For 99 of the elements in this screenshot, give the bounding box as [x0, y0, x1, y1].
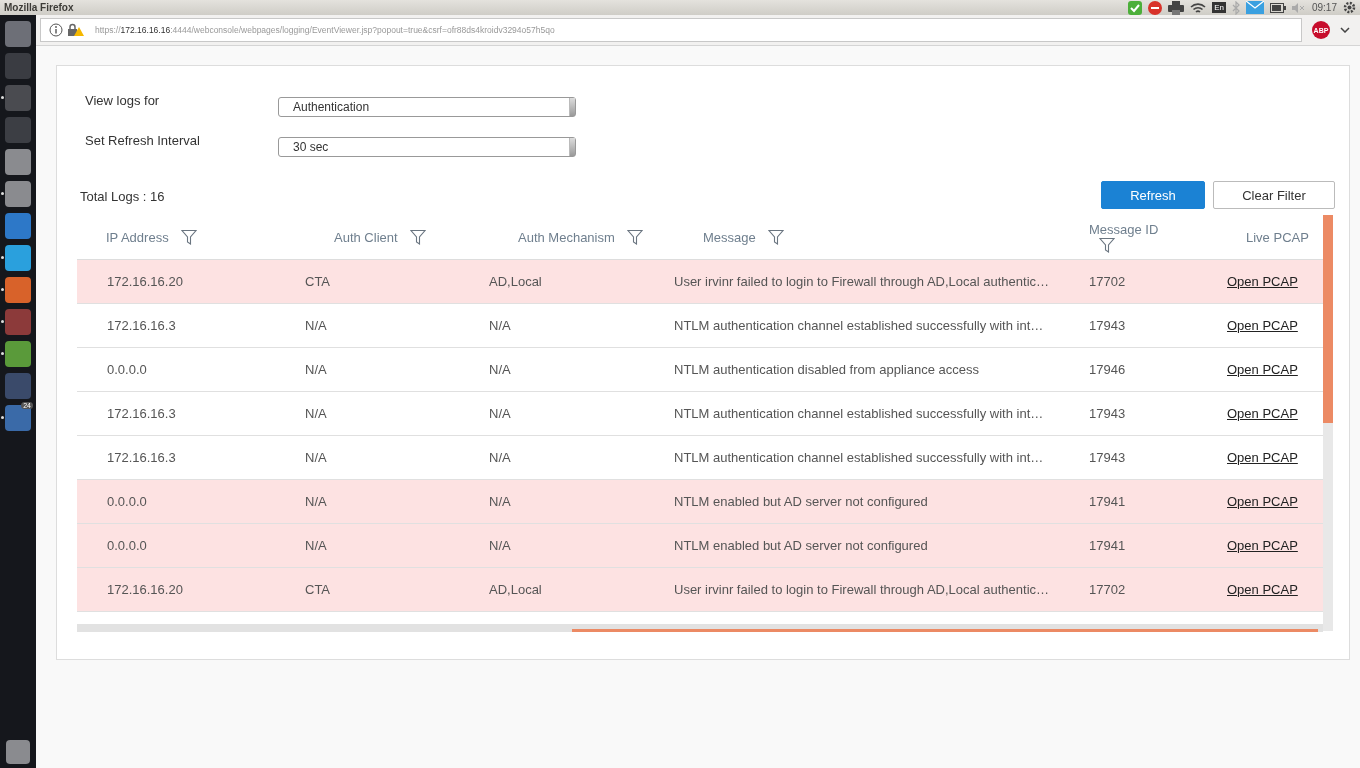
- table-cell: CTA: [305, 582, 331, 597]
- running-indicator-dot: [1, 288, 4, 291]
- envelope-icon[interactable]: [1245, 1, 1264, 14]
- column-header: Auth Mechanism: [518, 229, 615, 245]
- table-cell: NTLM authentication channel established successfully with int…: [674, 450, 1044, 465]
- table-cell: AD,Local: [489, 274, 542, 289]
- table-cell: 172.16.16.3: [107, 406, 176, 421]
- running-indicator-dot: [1, 192, 4, 195]
- table-cell: N/A: [489, 538, 511, 553]
- total-logs-count: Total Logs : 16: [80, 189, 165, 204]
- table-cell: 0.0.0.0: [107, 538, 147, 553]
- table-row[interactable]: 0.0.0.0 N/A N/A NTLM authentication disabled from appliance access 17946 Open PCAP: [77, 348, 1323, 392]
- clock[interactable]: 09:17: [1311, 2, 1337, 13]
- column-header: Auth Client: [334, 229, 398, 245]
- filter-label: View logs for: [85, 93, 161, 108]
- table-cell: User irvinr failed to login to Firewall through AD,Local authentic…: [674, 274, 1049, 289]
- table-row[interactable]: 172.16.16.20 CTA AD,Local User irvinr failed to login to Firewall through AD,Local authentic… 17702 Open PCAP: [77, 568, 1323, 612]
- table-cell: N/A: [489, 406, 511, 421]
- running-indicator-dot: [1, 352, 4, 355]
- column-header: Message ID: [1089, 221, 1159, 237]
- table-cell: NTLM enabled but AD server not configured: [674, 538, 928, 553]
- table-row[interactable]: 172.16.16.20 CTA AD,Local User irvinr failed to login to Firewall through AD,Local authentic… 17702 Open PCAP: [77, 260, 1323, 304]
- table-cell: 17702: [1089, 582, 1126, 597]
- table-cell: N/A: [305, 406, 327, 421]
- url-text: https://172.16.16.16:4444/webconsole/webpages/logging/EventViewer.jsp?popout=true&csrf=ofr88ds4kroidv3294o57h5qo: [95, 25, 555, 35]
- filter-icon[interactable]: [626, 229, 643, 245]
- table-cell: User irvinr failed to login to Firewall through AD,Local authentic…: [674, 582, 1049, 597]
- open-pcap-link[interactable]: Open PCAP: [1227, 450, 1298, 465]
- running-indicator-dot: [1, 416, 4, 419]
- dropdown[interactable]: 30 sec: [278, 137, 576, 157]
- column-header: Live PCAP: [1246, 229, 1309, 245]
- table-cell: N/A: [489, 494, 511, 509]
- table-cell: 17943: [1089, 318, 1126, 333]
- table-cell: 17941: [1089, 494, 1126, 509]
- column-header: Message: [703, 229, 756, 245]
- table-row[interactable]: 0.0.0.0 N/A N/A NTLM enabled but AD server not configured 17941 Open PCAP: [77, 480, 1323, 524]
- clear-filter-button[interactable]: Clear Filter: [1213, 181, 1335, 209]
- dropdown[interactable]: Authentication: [278, 97, 576, 117]
- table-cell: 172.16.16.20: [107, 274, 183, 289]
- column-header: IP Address: [106, 229, 169, 245]
- table-row[interactable]: 0.0.0.0 N/A N/A NTLM enabled but AD server not configured 17941 Open PCAP: [77, 524, 1323, 568]
- bluetooth-icon[interactable]: [1231, 0, 1240, 15]
- table-cell: CTA: [305, 274, 331, 289]
- running-indicator-dot: [1, 96, 4, 99]
- table-cell: 17946: [1089, 362, 1126, 377]
- filter-icon[interactable]: [409, 229, 426, 245]
- table-cell: 17702: [1089, 274, 1126, 289]
- table-cell: 17943: [1089, 450, 1126, 465]
- printer-icon[interactable]: [1168, 0, 1185, 15]
- table-cell: 0.0.0.0: [107, 362, 147, 377]
- table-cell: N/A: [305, 538, 327, 553]
- no-entry-icon[interactable]: [1148, 0, 1163, 15]
- filter-icon[interactable]: [767, 229, 784, 245]
- table-cell: N/A: [489, 362, 511, 377]
- table-cell: 172.16.16.20: [107, 582, 183, 597]
- table-cell: N/A: [305, 494, 327, 509]
- filter-icon[interactable]: [180, 229, 197, 245]
- battery-icon[interactable]: [1269, 2, 1286, 13]
- table-cell: N/A: [489, 318, 511, 333]
- running-indicator-dot: [1, 256, 4, 259]
- info-icon[interactable]: [49, 23, 63, 37]
- table-cell: N/A: [305, 318, 327, 333]
- table-cell: NTLM authentication channel established successfully with int…: [674, 406, 1044, 421]
- open-pcap-link[interactable]: Open PCAP: [1227, 582, 1298, 597]
- table-cell: N/A: [489, 450, 511, 465]
- address-bar[interactable]: https://172.16.16.16:4444/webconsole/webpages/logging/EventViewer.jsp?popout=true&csrf=ofr88ds4kroidv3294o57h5qo: [40, 18, 1302, 42]
- refresh-button[interactable]: Refresh: [1101, 181, 1205, 209]
- table-cell: NTLM authentication channel established successfully with int…: [674, 318, 1044, 333]
- settings-icon[interactable]: [1343, 1, 1356, 14]
- horizontal-scrollbar[interactable]: [77, 624, 1323, 632]
- open-pcap-link[interactable]: Open PCAP: [1227, 494, 1298, 509]
- table-row[interactable]: 172.16.16.3 N/A N/A NTLM authentication channel established successfully with int… 17943 Open PCAP: [77, 392, 1323, 436]
- running-indicator-dot: [1, 320, 4, 323]
- table-cell: NTLM enabled but AD server not configured: [674, 494, 928, 509]
- open-pcap-link[interactable]: Open PCAP: [1227, 362, 1298, 377]
- open-pcap-link[interactable]: Open PCAP: [1227, 318, 1298, 333]
- table-cell: 172.16.16.3: [107, 450, 176, 465]
- table-cell: 172.16.16.3: [107, 318, 176, 333]
- open-pcap-link[interactable]: Open PCAP: [1227, 274, 1298, 289]
- wifi-icon[interactable]: [1190, 1, 1207, 14]
- window-title: Mozilla Firefox: [4, 2, 74, 13]
- table-cell: 17943: [1089, 406, 1126, 421]
- table-cell: 0.0.0.0: [107, 494, 147, 509]
- table-cell: N/A: [305, 362, 327, 377]
- keyboard-layout-indicator[interactable]: En: [1212, 2, 1226, 13]
- table-cell: 17941: [1089, 538, 1126, 553]
- vertical-scrollbar[interactable]: [1323, 215, 1333, 631]
- table-cell: N/A: [305, 450, 327, 465]
- chevron-down-icon[interactable]: [1340, 27, 1350, 33]
- filter-icon[interactable]: [1099, 236, 1115, 253]
- filter-label: Set Refresh Interval: [85, 133, 201, 148]
- check-icon[interactable]: [1128, 0, 1143, 15]
- speaker-muted-icon[interactable]: [1291, 2, 1306, 13]
- table-row[interactable]: 172.16.16.3 N/A N/A NTLM authentication channel established successfully with int… 17943 Open PCAP: [77, 304, 1323, 348]
- table-cell: NTLM authentication disabled from appliance access: [674, 362, 979, 377]
- open-pcap-link[interactable]: Open PCAP: [1227, 538, 1298, 553]
- insecure-lock-icon[interactable]: [67, 23, 85, 37]
- table-cell: AD,Local: [489, 582, 542, 597]
- open-pcap-link[interactable]: Open PCAP: [1227, 406, 1298, 421]
